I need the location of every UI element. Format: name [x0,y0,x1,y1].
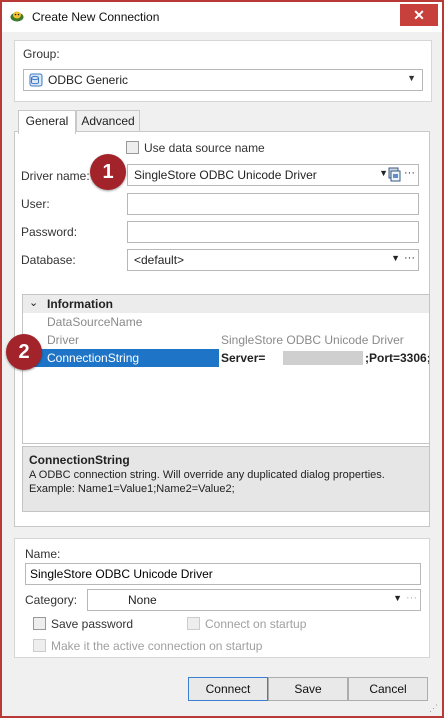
connection-details-panel: Name: Category: None ▼ ··· Save password… [14,538,430,658]
description-panel: ConnectionString A ODBC connection strin… [22,446,430,512]
database-icon [29,73,43,87]
connect-startup-checkbox[interactable] [187,617,200,630]
active-startup-checkbox[interactable] [33,639,46,652]
database-ellipsis-button[interactable]: ··· [404,252,415,264]
connection-string-value[interactable]: Server= ;Port=3306;Da [219,349,429,367]
driver-combo[interactable]: SingleStore ODBC Unicode Driver ▼ ··· [127,164,419,186]
resize-grip-icon[interactable]: ⋰ [429,703,438,714]
property-row[interactable]: Driver SingleStore ODBC Unicode Driver [23,331,429,349]
description-line-2: Example: Name1=Value1;Name2=Value2; [29,483,235,495]
window-title: Create New Connection [32,10,160,24]
property-grid[interactable]: ⌄ Information DataSourceName Driver Sing… [22,294,430,444]
chevron-down-icon: ▼ [407,73,416,83]
name-label: Name: [25,547,61,561]
database-combo[interactable]: <default> ▼ ··· [127,249,419,271]
property-key: Driver [47,333,79,347]
chevron-down-icon: ▼ [391,253,400,263]
chevron-down-icon: ▼ [379,168,388,178]
database-value: <default> [134,253,185,267]
close-button[interactable]: ✕ [400,4,438,26]
connect-startup-label: Connect on startup [205,617,307,631]
use-dsn-checkbox[interactable] [126,141,139,154]
tab-general[interactable]: General [18,110,76,134]
category-label: Category: [25,593,78,607]
chevron-down-icon: ▼ [393,593,402,603]
user-input[interactable] [127,193,419,215]
use-dsn-label: Use data source name [144,141,265,155]
connect-button[interactable]: Connect [188,677,268,701]
category-value: None [128,593,157,607]
save-password-checkbox[interactable] [33,617,46,630]
name-input[interactable] [25,563,421,585]
driver-value: SingleStore ODBC Unicode Driver [134,168,317,182]
group-combo[interactable]: ODBC Generic ▼ [23,69,423,91]
chevron-down-icon[interactable]: ⌄ [29,296,38,309]
cancel-button[interactable]: Cancel [348,677,428,701]
category-ellipsis-button[interactable]: ··· [406,592,417,604]
active-startup-label: Make it the active connection on startup [51,639,263,653]
connection-string-prefix: Server= [221,351,266,365]
tab-advanced-label: Advanced [81,114,135,128]
property-category[interactable]: ⌄ Information [23,295,429,313]
tab-advanced[interactable]: Advanced [76,110,140,132]
group-label: Group: [23,47,60,61]
category-combo[interactable]: None ▼ ··· [87,589,421,611]
title-bar[interactable]: Create New Connection ✕ [2,2,442,32]
description-title: ConnectionString [29,453,130,467]
save-button[interactable]: Save [268,677,348,701]
property-row-selected[interactable]: ConnectionString Server= ;Port=3306;Da [23,349,429,367]
tab-strip: General Advanced [14,110,430,134]
tab-general-label: General [25,114,69,128]
callout-badge-2: 2 [6,334,42,370]
group-value: ODBC Generic [48,73,129,87]
user-label: User: [21,197,50,211]
property-row[interactable]: DataSourceName [23,313,429,331]
driver-ellipsis-button[interactable]: ··· [404,167,415,179]
description-line-1: A ODBC connection string. Will override … [29,469,385,481]
category-label: Information [47,297,113,311]
dialog-window: Create New Connection ✕ Group: ODBC Gene… [0,0,444,718]
password-input[interactable] [127,221,419,243]
connection-string-suffix: ;Port=3306;Da [365,351,429,365]
password-label: Password: [21,225,78,239]
close-icon: ✕ [413,7,425,23]
database-label: Database: [21,253,76,267]
driver-label: Driver name: [21,169,90,183]
property-key: DataSourceName [47,315,143,329]
odbc-driver-icon[interactable] [388,167,402,183]
callout-badge-1: 1 [90,154,126,190]
property-key: ConnectionString [47,351,140,365]
redacted-block [283,351,363,365]
save-password-label: Save password [51,617,134,631]
group-panel: Group: ODBC Generic ▼ [14,40,432,102]
app-icon [10,10,24,22]
property-value: SingleStore ODBC Unicode Driver [221,333,404,347]
